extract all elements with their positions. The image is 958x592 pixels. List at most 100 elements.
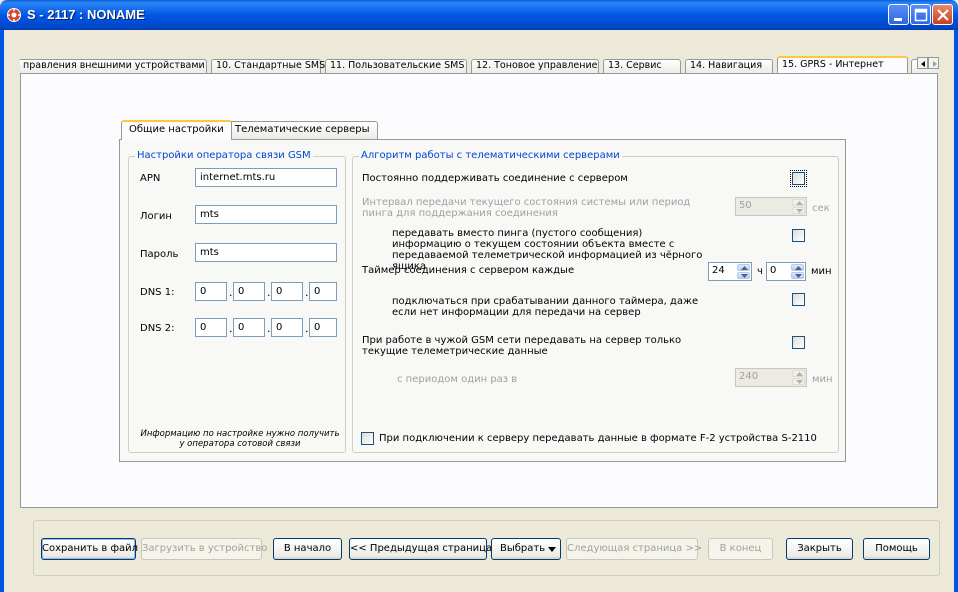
app-icon <box>7 8 21 22</box>
next-page-button[interactable]: Следующая страница >> <box>566 538 702 560</box>
window-frame-right <box>954 30 958 592</box>
period-label: с периодом один раз в <box>397 374 518 385</box>
spin-down-button[interactable] <box>792 378 805 385</box>
apn-label: APN <box>140 173 161 184</box>
dot-separator: . <box>267 322 271 335</box>
minimize-button[interactable] <box>888 4 909 25</box>
triangle-down-icon <box>796 209 803 213</box>
timer-hours-unit: ч <box>757 266 763 277</box>
triangle-up-icon <box>741 266 748 270</box>
help-button[interactable]: Помощь <box>863 538 930 560</box>
minimize-icon <box>894 18 902 21</box>
triangle-up-icon <box>795 266 802 270</box>
timer-label: Таймер соединения с сервером каждые <box>362 265 575 276</box>
tab-standard-sms[interactable]: 10. Стандартные SMS <box>211 59 325 73</box>
dns2-octet-1[interactable]: 0 <box>195 318 227 337</box>
maximize-button[interactable] <box>910 4 931 25</box>
tab-service[interactable]: 13. Сервис <box>603 59 681 73</box>
tab-navigation[interactable]: 14. Навигация <box>685 59 773 73</box>
tab-label: Общие настройки <box>129 124 224 135</box>
interval-label: Интервал передачи текущего состояния сис… <box>362 197 691 219</box>
tab-scroll-left-button[interactable] <box>917 57 928 69</box>
go-to-start-button[interactable]: В начало <box>273 538 342 560</box>
triangle-up-icon <box>796 201 803 205</box>
spin-up-button[interactable] <box>792 199 805 206</box>
dns1-label: DNS 1: <box>140 287 175 298</box>
dns1-octet-3[interactable]: 0 <box>271 282 303 301</box>
gsm-operator-group <box>128 156 346 453</box>
tab-label: 10. Стандартные SMS <box>216 60 326 71</box>
spin-up-button[interactable] <box>791 264 804 271</box>
password-input[interactable]: mts <box>195 243 337 262</box>
select-dropdown-button[interactable]: Выбрать <box>491 538 561 560</box>
f2-format-label: При подключении к серверу передавать дан… <box>379 433 817 444</box>
interval-spinner[interactable]: 50 <box>735 197 807 216</box>
go-to-end-button[interactable]: В конец <box>708 538 773 560</box>
period-unit: мин <box>812 374 833 385</box>
tab-general-settings[interactable]: Общие настройки <box>121 120 232 140</box>
triangle-down-icon <box>548 547 556 552</box>
dns1-octet-2[interactable]: 0 <box>233 282 265 301</box>
foreign-gsm-label: При работе в чужой GSM сети передавать н… <box>362 335 682 357</box>
apn-input[interactable]: internet.mts.ru <box>195 168 337 187</box>
tab-label: 15. GPRS - Интернет <box>782 59 884 70</box>
period-value: 240 <box>739 371 759 382</box>
timer-hours-value: 24 <box>712 265 725 276</box>
dns2-octet-2[interactable]: 0 <box>233 318 265 337</box>
tab-tone-control[interactable]: 12. Тоновое управление <box>471 59 599 73</box>
triangle-down-icon <box>796 380 803 384</box>
keep-connection-label: Постоянно поддерживать соединение с серв… <box>362 173 628 184</box>
triangle-down-icon <box>741 274 748 278</box>
spin-up-button[interactable] <box>792 370 805 377</box>
select-label: Выбрать <box>500 543 546 554</box>
login-input[interactable]: mts <box>195 205 337 224</box>
triangle-right-icon <box>933 61 937 67</box>
spin-down-button[interactable] <box>737 272 750 279</box>
tab-label: 11. Пользовательские SMS <box>330 60 465 71</box>
close-icon <box>937 9 949 21</box>
tab-label: 13. Сервис <box>608 60 662 71</box>
timer-hours-spinner[interactable]: 24 <box>708 262 752 281</box>
period-spinner[interactable]: 240 <box>735 368 807 387</box>
window-title: S - 2117 : NONAME <box>27 7 145 22</box>
timer-minutes-value: 0 <box>770 265 777 276</box>
password-label: Пароль <box>140 249 179 260</box>
tab-scroll-right-button[interactable] <box>928 57 939 69</box>
dot-separator: . <box>305 286 309 299</box>
tab-user-sms[interactable]: 11. Пользовательские SMS <box>325 59 467 73</box>
top-tab-strip: правления внешними устройствами 10. Стан… <box>20 56 938 73</box>
tab-gprs-internet[interactable]: 15. GPRS - Интернет <box>777 56 908 73</box>
keep-connection-checkbox[interactable] <box>790 170 807 187</box>
close-window-button[interactable] <box>932 4 953 25</box>
dns1-octet-4[interactable]: 0 <box>309 282 337 301</box>
tab-telematic-servers[interactable]: Телематические серверы <box>227 121 378 139</box>
tab-external-devices[interactable]: правления внешними устройствами <box>20 59 207 73</box>
spin-up-button[interactable] <box>737 264 750 271</box>
spin-down-button[interactable] <box>792 207 805 214</box>
dns2-octet-4[interactable]: 0 <box>309 318 337 337</box>
interval-unit: сек <box>812 203 830 214</box>
dot-separator: . <box>229 322 233 335</box>
save-to-file-button[interactable]: Сохранить в файл <box>41 538 138 560</box>
foreign-gsm-checkbox[interactable] <box>792 336 805 349</box>
previous-page-button[interactable]: << Предыдущая страница <box>349 538 492 560</box>
dot-separator: . <box>305 322 309 335</box>
send-instead-ping-checkbox[interactable] <box>792 229 805 242</box>
dns1-octet-1[interactable]: 0 <box>195 282 227 301</box>
timer-minutes-spinner[interactable]: 0 <box>766 262 806 281</box>
timer-minutes-unit: мин <box>811 266 832 277</box>
tab-label: правления внешними устройствами <box>23 60 205 71</box>
connect-on-timer-label: подключаться при срабатывании данного та… <box>392 296 699 318</box>
dns2-octet-3[interactable]: 0 <box>271 318 303 337</box>
spin-down-button[interactable] <box>791 272 804 279</box>
maximize-icon <box>914 8 928 22</box>
tab-label: Телематические серверы <box>235 124 370 135</box>
close-button[interactable]: Закрыть <box>786 538 853 560</box>
load-to-device-button[interactable]: Загрузить в устройство <box>141 538 267 560</box>
gsm-group-title: Настройки оператора связи GSM <box>135 150 313 161</box>
dot-separator: . <box>229 286 233 299</box>
window-frame-left <box>0 30 4 592</box>
dns2-label: DNS 2: <box>140 323 175 334</box>
connect-on-timer-checkbox[interactable] <box>792 293 805 306</box>
f2-format-checkbox[interactable] <box>361 432 374 445</box>
